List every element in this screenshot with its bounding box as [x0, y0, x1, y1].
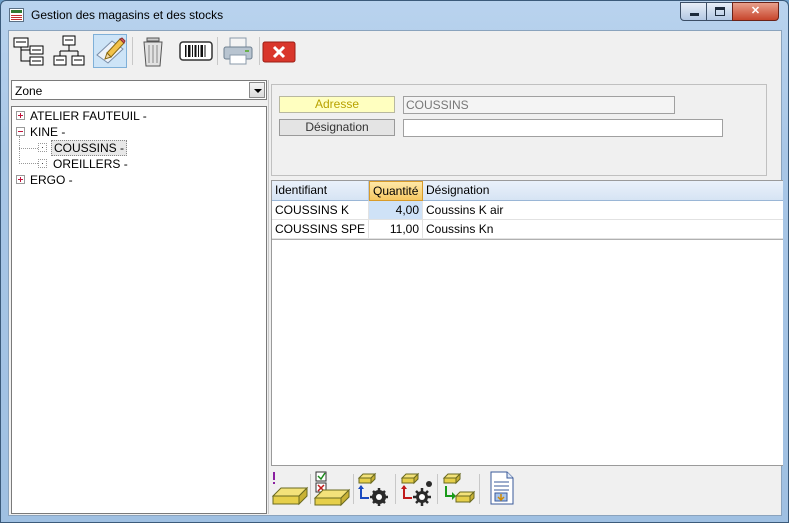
- delete-button[interactable]: [137, 34, 171, 68]
- table-row[interactable]: COUSSINS K 4,00 Coussins K air: [272, 201, 783, 220]
- cell-identifiant[interactable]: COUSSINS SPE: [272, 220, 369, 238]
- toolbar-separator: [310, 474, 311, 504]
- stock-out-button[interactable]: [398, 470, 436, 508]
- column-header-designation[interactable]: Désignation: [423, 181, 783, 201]
- expand-plus-icon[interactable]: [16, 175, 25, 184]
- toolbar-separator: [217, 37, 218, 65]
- client-area: Zone ATELIER FAUTEUIL - KINE - COUSSINS …: [8, 30, 783, 516]
- barcode-button[interactable]: [179, 34, 213, 68]
- stock-grid[interactable]: Identifiant Quantité Désignation COUSSIN…: [271, 180, 783, 466]
- hierarchy-button[interactable]: [52, 34, 86, 68]
- tree-item-coussins[interactable]: COUSSINS -: [14, 140, 264, 156]
- new-stock-button[interactable]: [271, 470, 309, 508]
- stock-in-button[interactable]: [355, 470, 393, 508]
- zone-combobox[interactable]: Zone: [11, 80, 267, 100]
- new-stock-icon: [271, 472, 309, 506]
- cell-quantite[interactable]: 4,00: [369, 201, 423, 219]
- report-button[interactable]: [483, 470, 521, 508]
- cell-designation[interactable]: Coussins Kn: [423, 220, 783, 238]
- hierarchy-icon: [53, 35, 85, 66]
- zone-tree[interactable]: ATELIER FAUTEUIL - KINE - COUSSINS - ORE…: [11, 106, 267, 514]
- tree-item-label: COUSSINS -: [51, 140, 128, 156]
- adresse-field[interactable]: COUSSINS: [403, 96, 675, 114]
- toolbar-separator: [437, 474, 438, 504]
- cell-quantite[interactable]: 11,00: [369, 220, 423, 238]
- expand-plus-icon[interactable]: [16, 111, 25, 120]
- edit-button[interactable]: [93, 34, 127, 68]
- adresse-label: Adresse: [279, 96, 395, 113]
- validate-stock-button[interactable]: [313, 470, 351, 508]
- toolbar-separator: [132, 37, 133, 65]
- validate-stock-icon: [313, 471, 351, 507]
- app-window: Gestion des magasins et des stocks ✕ Zon…: [0, 0, 789, 523]
- grid-divider: [272, 239, 783, 240]
- tree-item-label: ERGO -: [30, 173, 73, 187]
- minimize-button[interactable]: [680, 2, 707, 21]
- stock-out-settings-icon: [400, 472, 432, 506]
- detail-panel: Adresse COUSSINS Désignation: [271, 84, 767, 176]
- chevron-down-icon[interactable]: [249, 82, 265, 98]
- window-title: Gestion des magasins et des stocks: [31, 8, 224, 22]
- tree-item-ergo[interactable]: ERGO -: [14, 172, 264, 188]
- grid-header: Identifiant Quantité Désignation: [272, 181, 783, 201]
- stock-actions-toolbar: [271, 468, 783, 514]
- toolbar-separator: [259, 37, 260, 65]
- column-header-quantite[interactable]: Quantité: [369, 181, 423, 201]
- maximize-button[interactable]: [706, 2, 733, 21]
- zone-combobox-value: Zone: [15, 84, 43, 98]
- report-document-icon: [490, 471, 514, 505]
- collapse-minus-icon[interactable]: [16, 127, 25, 136]
- designation-field[interactable]: [403, 119, 723, 137]
- toolbar-separator: [479, 474, 480, 504]
- table-icon: [9, 8, 24, 22]
- close-form-button[interactable]: [262, 34, 296, 68]
- edit-pencil-icon: [96, 37, 126, 64]
- tree-expand-icon: [13, 37, 44, 66]
- tree-item-kine[interactable]: KINE -: [14, 124, 264, 140]
- table-row[interactable]: COUSSINS SPE 11,00 Coussins Kn: [272, 220, 783, 239]
- trash-can-icon: [143, 37, 163, 67]
- close-icon: ✕: [750, 5, 761, 17]
- toolbar-separator: [353, 474, 354, 504]
- print-button[interactable]: [221, 34, 255, 68]
- toolbar-separator: [395, 474, 396, 504]
- tree-item-label: KINE -: [30, 125, 66, 139]
- tree-item-label: ATELIER FAUTEUIL -: [30, 109, 147, 123]
- stock-in-settings-icon: [357, 472, 388, 506]
- main-toolbar: [9, 31, 781, 71]
- tree-item-oreillers[interactable]: OREILLERS -: [14, 156, 264, 172]
- designation-label: Désignation: [279, 119, 395, 136]
- close-window-button[interactable]: ✕: [732, 2, 779, 21]
- barcode-icon: [179, 41, 213, 61]
- printer-icon: [223, 37, 253, 65]
- tree-item-atelier-fauteuil[interactable]: ATELIER FAUTEUIL -: [14, 108, 264, 124]
- maximize-icon: [715, 7, 725, 16]
- close-red-icon: [262, 41, 296, 63]
- leaf-node-icon: [38, 159, 47, 168]
- leaf-node-icon: [38, 143, 47, 152]
- title-bar[interactable]: Gestion des magasins et des stocks ✕: [1, 1, 788, 29]
- expand-tree-button[interactable]: [12, 34, 46, 68]
- stock-transfer-icon: [442, 472, 476, 504]
- column-header-identifiant[interactable]: Identifiant: [272, 181, 369, 201]
- tree-item-label: OREILLERS -: [53, 157, 128, 171]
- cell-designation[interactable]: Coussins K air: [423, 201, 783, 219]
- minimize-icon: [690, 13, 699, 16]
- cell-identifiant[interactable]: COUSSINS K: [272, 201, 369, 219]
- stock-transfer-button[interactable]: [440, 470, 478, 508]
